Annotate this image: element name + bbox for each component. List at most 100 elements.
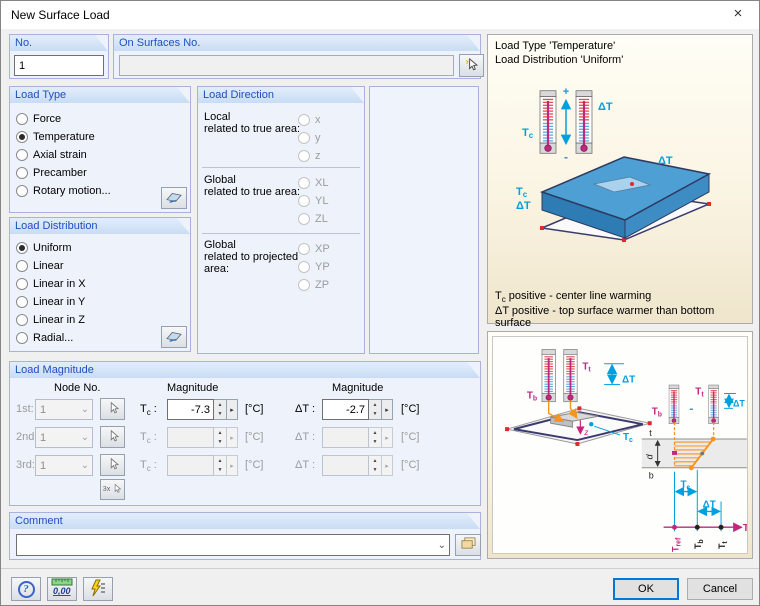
radio-label: Force — [33, 112, 62, 125]
dt-dimension-label-2: ΔT — [733, 398, 745, 408]
tc-unit-1: [°C] — [245, 403, 264, 415]
tb-point — [688, 465, 694, 471]
z-axis-label: z — [583, 428, 588, 437]
radio-label: XL — [315, 176, 329, 189]
radio-direction-yp: YP — [298, 259, 330, 274]
edit-load-type-button[interactable] — [161, 187, 187, 209]
lightning-list-icon — [89, 579, 107, 600]
dt-spin-1: -2.7 ▲ ▼ ▸ — [322, 399, 393, 420]
temperature-uniform-diagram: + - Tc ΔT ΔT Tc ΔT — [516, 86, 712, 242]
ok-button[interactable]: OK — [613, 578, 679, 600]
magnitude-header-1: Magnitude — [167, 382, 219, 394]
spinner-buttons: ▲ ▼ — [214, 427, 227, 448]
chevron-down-icon: ⌄ — [437, 539, 446, 551]
title-bar: New Surface Load × — [1, 1, 759, 29]
radio-label: y — [315, 131, 321, 144]
node-combo-1: 1 ⌄ — [35, 399, 93, 420]
radio-circle — [298, 212, 310, 225]
spin-down-icon: ▼ — [217, 439, 223, 446]
tb-axis-point — [694, 524, 700, 530]
radio-load-type-force[interactable]: Force — [16, 111, 61, 126]
radio-direction-zl: ZL — [298, 211, 328, 226]
tc-spin-2: ▲ ▼ ▸ — [167, 427, 238, 448]
radio-label: z — [315, 149, 321, 162]
temperature-definition-diagram: Tb Tt ΔT z Tc Tb - Tt ΔT t b d Tc ΔT Tre… — [505, 348, 749, 552]
pick-arrow-icon — [106, 401, 120, 418]
thermometer-icon — [539, 90, 557, 154]
group-load-direction: Load Direction Local related to true are… — [197, 86, 365, 354]
empty-parameters-panel — [369, 86, 479, 354]
radio-load-type-axial-strain[interactable]: Axial strain — [16, 147, 87, 162]
spinner-buttons: ▲ ▼ — [369, 455, 382, 476]
spinner-buttons[interactable]: ▲ ▼ — [369, 399, 382, 420]
radio-distribution-linear-z[interactable]: Linear in Z — [16, 312, 85, 327]
radio-load-type-rotary-motion[interactable]: Rotary motion... — [16, 183, 111, 198]
dt-value-input — [322, 455, 369, 476]
dt-slab-label: ΔT — [658, 155, 673, 167]
radio-label: Rotary motion... — [33, 184, 111, 197]
radio-label: Linear in Y — [33, 295, 86, 308]
comment-combo[interactable]: ⌄ — [16, 534, 450, 556]
group-load-distribution: Load Distribution Uniform Linear Linear … — [9, 217, 191, 352]
radio-label: XP — [315, 242, 330, 255]
units-ruler-icon: 0,00 — [51, 578, 73, 600]
spin-down-icon: ▼ — [217, 467, 223, 474]
radio-distribution-linear[interactable]: Linear — [16, 258, 64, 273]
radio-distribution-linear-y[interactable]: Linear in Y — [16, 294, 85, 309]
radio-direction-x: x — [298, 112, 321, 127]
radio-direction-y: y — [298, 130, 321, 145]
group-load-magnitude-header: Load Magnitude — [10, 362, 480, 378]
radio-distribution-radial[interactable]: Radial... — [16, 330, 73, 345]
radio-label: YL — [315, 194, 329, 207]
tc-value-input[interactable]: -7.3 — [167, 399, 214, 420]
spin-down-icon: ▼ — [217, 411, 223, 418]
tc-dimension-label: Tc — [680, 480, 690, 492]
edit-load-distribution-button[interactable] — [161, 326, 187, 348]
detail-arrow-button[interactable]: ▸ — [382, 399, 393, 420]
spin-down-icon: ▼ — [372, 467, 378, 474]
pick-node-button-1 — [100, 398, 125, 420]
info-panel-bottom: Tb Tt ΔT z Tc Tb - Tt ΔT t b d Tc ΔT Tre… — [487, 331, 753, 559]
pick-arrow-icon — [111, 483, 122, 497]
dt-spin-3: ▲ ▼ ▸ — [322, 455, 393, 476]
close-icon[interactable]: × — [717, 1, 759, 29]
tc-label-1: Tc : — [140, 403, 157, 418]
radio-label: Axial strain — [33, 148, 87, 161]
radio-load-type-precamber[interactable]: Precamber — [16, 165, 87, 180]
radio-distribution-linear-x[interactable]: Linear in X — [16, 276, 86, 291]
spin-up-icon: ▲ — [372, 457, 378, 464]
load-number-input[interactable]: 1 — [14, 55, 104, 76]
radio-direction-yl: YL — [298, 193, 328, 208]
center-node — [630, 182, 634, 186]
pick-node-button-2 — [100, 426, 125, 448]
note-tc-positive: Tc positive - center line warming — [495, 290, 652, 305]
tt-label: Tt — [582, 362, 591, 374]
units-settings-button[interactable]: 0,00 — [47, 577, 77, 601]
spinner-buttons[interactable]: ▲ ▼ — [214, 399, 227, 420]
radio-load-type-temperature[interactable]: Temperature — [16, 129, 95, 144]
cancel-button[interactable]: Cancel — [687, 578, 753, 600]
dt-slab-label-2: ΔT — [516, 200, 531, 212]
thermometer-icon — [668, 384, 680, 425]
tb-section-label: Tb — [652, 406, 662, 418]
node-no-header: Node No. — [54, 382, 101, 394]
pick-surfaces-button[interactable] — [459, 54, 484, 77]
mid-depth-point — [700, 451, 705, 456]
radio-circle — [298, 278, 310, 291]
radio-label: Temperature — [33, 130, 95, 143]
radio-distribution-uniform[interactable]: Uniform — [16, 240, 72, 255]
radio-direction-xp: XP — [298, 241, 330, 256]
comment-library-button[interactable] — [455, 534, 481, 556]
detail-arrow-button[interactable]: ▸ — [227, 399, 238, 420]
edit-surface-icon — [165, 329, 183, 346]
help-button[interactable]: ? — [11, 577, 41, 601]
diagram-box: Tb Tt ΔT z Tc Tb - Tt ΔT t b d Tc ΔT Tre… — [492, 336, 749, 554]
dt-value-input[interactable]: -2.7 — [322, 399, 369, 420]
radio-direction-z: z — [298, 148, 321, 163]
spin-down-icon: ▼ — [372, 411, 378, 418]
quick-parameters-button[interactable] — [83, 577, 113, 601]
surfaces-list-input[interactable] — [119, 55, 454, 76]
group-load-type: Load Type Force Temperature Axial strain… — [9, 86, 191, 213]
dt-spin-2: ▲ ▼ ▸ — [322, 427, 393, 448]
tc-center-label: Tc — [623, 432, 633, 444]
